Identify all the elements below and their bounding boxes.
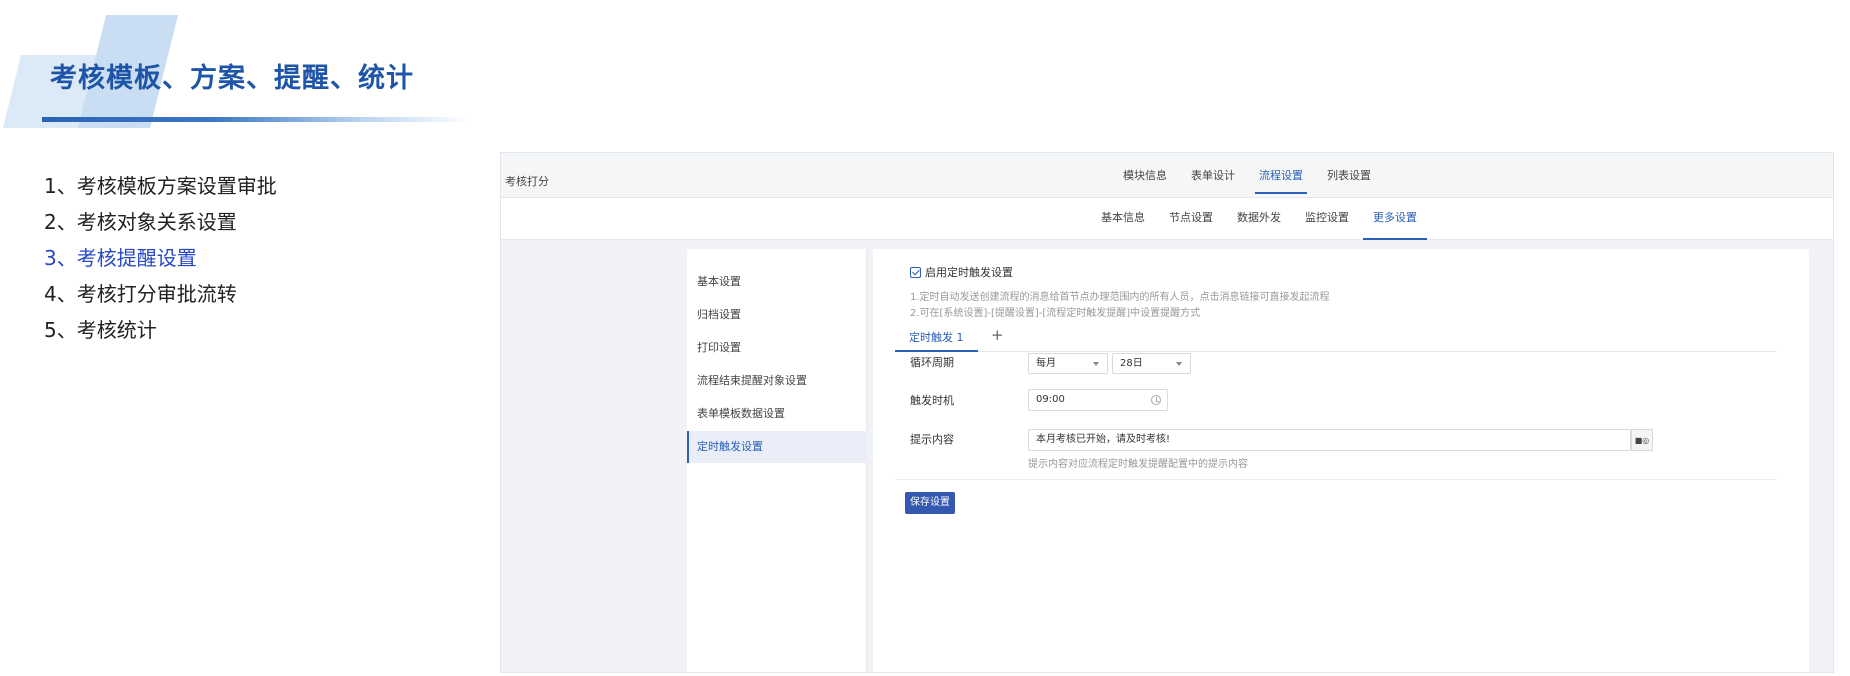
- tab-monitor-settings[interactable]: 监控设置: [1293, 198, 1361, 240]
- content-hint: 提示内容对应流程定时触发提醒配置中的提示内容: [1028, 459, 1248, 470]
- sub-bar: 基本信息 节点设置 数据外发 监控设置 更多设置: [501, 198, 1833, 240]
- tab-data-export[interactable]: 数据外发: [1225, 198, 1293, 240]
- day-select-value: 28日: [1120, 358, 1143, 369]
- settings-panel: 启用定时触发设置 1.定时自动发送创建流程的消息给首节点办理范围内的所有人员，点…: [873, 249, 1809, 672]
- tab-form-design[interactable]: 表单设计: [1179, 153, 1247, 198]
- step-item: 4、考核打分审批流转: [44, 282, 237, 306]
- enable-checkbox[interactable]: [910, 266, 921, 278]
- clock-icon: [1151, 395, 1161, 405]
- app-name: 考核打分: [505, 175, 549, 188]
- time-label: 触发时机: [910, 394, 954, 407]
- trigger-tabs: 定时触发 1 +: [895, 326, 1777, 352]
- menu-item-archive[interactable]: 归档设置: [687, 299, 867, 331]
- tab-basic-info[interactable]: 基本信息: [1089, 198, 1157, 240]
- cycle-select-value: 每月: [1036, 358, 1056, 369]
- top-tabs: 模块信息 表单设计 流程设置 列表设置: [1111, 153, 1383, 198]
- side-menu: 基本设置 归档设置 打印设置 流程结束提醒对象设置 表单模板数据设置 定时触发设…: [687, 249, 867, 672]
- menu-item-print[interactable]: 打印设置: [687, 332, 867, 364]
- hint-text-1: 1.定时自动发送创建流程的消息给首节点办理范围内的所有人员，点击消息链接可直接发…: [910, 292, 1330, 303]
- menu-item-form-template[interactable]: 表单模板数据设置: [687, 398, 867, 430]
- enable-label: 启用定时触发设置: [925, 266, 1013, 279]
- cycle-select[interactable]: 每月: [1028, 353, 1108, 374]
- menu-item-end-reminder[interactable]: 流程结束提醒对象设置: [687, 365, 867, 397]
- top-bar: 考核打分 模块信息 表单设计 流程设置 列表设置: [501, 153, 1833, 198]
- cycle-label: 循环周期: [910, 356, 954, 369]
- title-underline: [42, 117, 472, 122]
- divider: [895, 479, 1777, 480]
- step-list: 1、考核模板方案设置审批 2、考核对象关系设置 3、考核提醒设置 4、考核打分审…: [44, 168, 277, 348]
- slide-title: 考核模板、方案、提醒、统计: [50, 63, 414, 94]
- enable-row: 启用定时触发设置: [910, 264, 1013, 280]
- hint-text-2: 2.可在[系统设置]-[提醒设置]-[流程定时触发提醒]中设置提醒方式: [910, 308, 1201, 319]
- add-tab-button[interactable]: +: [991, 326, 1004, 344]
- save-button[interactable]: 保存设置: [905, 492, 955, 514]
- step-item-active: 3、考核提醒设置: [44, 246, 197, 270]
- content-label: 提示内容: [910, 433, 954, 446]
- sub-tabs: 基本信息 节点设置 数据外发 监控设置 更多设置: [1089, 198, 1429, 240]
- tab-more-settings[interactable]: 更多设置: [1361, 198, 1429, 240]
- slide: 考核模板、方案、提醒、统计 1、考核模板方案设置审批 2、考核对象关系设置 3、…: [0, 0, 1850, 676]
- time-value: 09:00: [1036, 394, 1065, 405]
- chevron-down-icon: [1093, 362, 1099, 366]
- step-item: 1、考核模板方案设置审批: [44, 174, 277, 198]
- tab-trigger-1[interactable]: 定时触发 1: [895, 328, 978, 352]
- time-picker[interactable]: 09:00: [1028, 389, 1168, 411]
- tab-node-settings[interactable]: 节点设置: [1157, 198, 1225, 240]
- tab-list-settings[interactable]: 列表设置: [1315, 153, 1383, 198]
- app-screenshot: 考核打分 模块信息 表单设计 流程设置 列表设置 基本信息 节点设置 数据外发 …: [500, 152, 1834, 673]
- day-select[interactable]: 28日: [1112, 353, 1191, 374]
- step-item: 5、考核统计: [44, 318, 157, 342]
- chevron-down-icon: [1176, 362, 1182, 366]
- menu-item-timed-trigger[interactable]: 定时触发设置: [687, 431, 867, 463]
- insert-field-button[interactable]: ■◎: [1631, 429, 1653, 451]
- content-input[interactable]: 本月考核已开始，请及时考核!: [1028, 429, 1631, 451]
- step-item: 2、考核对象关系设置: [44, 210, 237, 234]
- tab-module-info[interactable]: 模块信息: [1111, 153, 1179, 198]
- menu-item-basic[interactable]: 基本设置: [687, 266, 867, 298]
- tab-process-settings[interactable]: 流程设置: [1247, 153, 1315, 198]
